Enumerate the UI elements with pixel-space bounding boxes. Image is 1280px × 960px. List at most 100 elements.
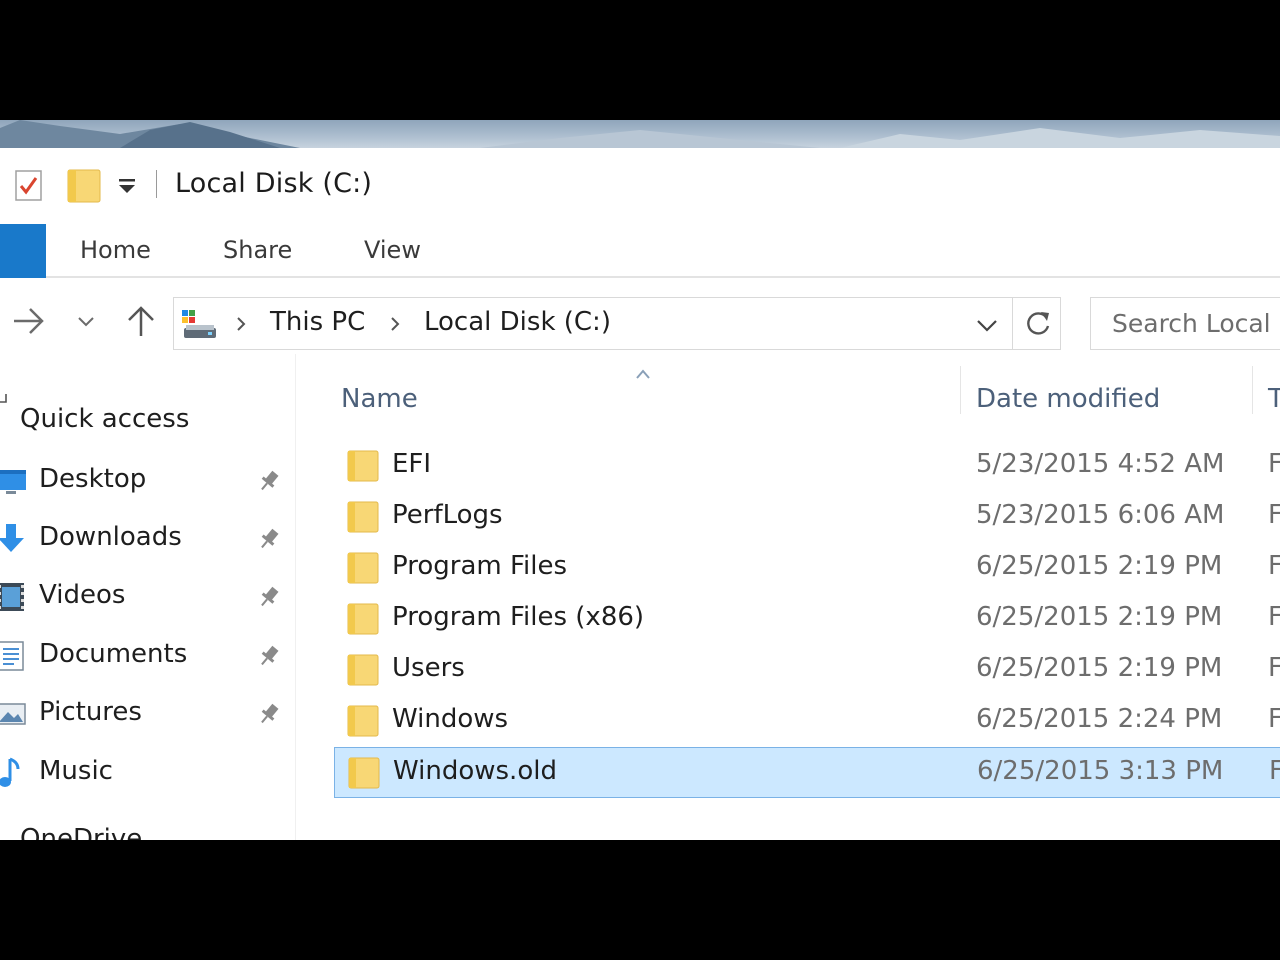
tab-share[interactable]: Share: [223, 236, 292, 264]
folder-icon: [347, 450, 379, 482]
address-bar[interactable]: This PC Local Disk (C:): [173, 297, 1061, 350]
music-icon: [0, 757, 20, 787]
file-explorer-window: Local Disk (C:) Home Share View This PC …: [0, 148, 1280, 840]
breadcrumb-chevron-icon[interactable]: [232, 313, 250, 335]
properties-check-icon[interactable]: [14, 168, 44, 202]
file-date-modified: 6/25/2015 3:13 PM: [977, 756, 1224, 786]
mountain-wallpaper-icon: [0, 120, 1280, 148]
sidebar-item-label: Desktop: [39, 464, 147, 494]
up-arrow-icon[interactable]: [124, 304, 158, 338]
new-folder-icon[interactable]: [66, 166, 102, 204]
sidebar-item-label: Pictures: [39, 697, 142, 727]
pin-icon[interactable]: [256, 643, 282, 669]
sidebar-item-downloads[interactable]: Downloads: [0, 516, 296, 566]
breadcrumb-this-pc[interactable]: This PC: [270, 307, 365, 337]
sidebar-item-label: Music: [39, 756, 113, 786]
refresh-icon[interactable]: [1022, 308, 1054, 340]
letterbox-bottom: [0, 840, 1280, 960]
file-date-modified: 6/25/2015 2:24 PM: [976, 704, 1223, 734]
file-row-users[interactable]: Users 6/25/2015 2:19 PM F: [334, 645, 1280, 696]
file-row-efi[interactable]: EFI 5/23/2015 4:52 AM F: [334, 441, 1280, 492]
column-header-date-modified[interactable]: Date modified: [976, 384, 1160, 414]
folder-icon: [348, 757, 380, 789]
file-date-modified: 6/25/2015 2:19 PM: [976, 653, 1223, 683]
sidebar-item-videos[interactable]: Videos: [0, 574, 296, 624]
file-name: Program Files (x86): [392, 602, 645, 632]
file-row-program-files[interactable]: Program Files 6/25/2015 2:19 PM F: [334, 543, 1280, 594]
sidebar-item-label: Videos: [39, 580, 126, 610]
sidebar-item-onedrive-peek[interactable]: OneDrive: [20, 824, 142, 840]
navigation-pane: Quick access Desktop Downloads Videos Do…: [0, 354, 296, 840]
file-row-perflogs[interactable]: PerfLogs 5/23/2015 6:06 AM F: [334, 492, 1280, 543]
ribbon: Home Share View: [0, 220, 1280, 278]
customize-toolbar-dropdown-icon[interactable]: [116, 174, 138, 196]
sidebar-item-documents[interactable]: Documents: [0, 633, 296, 683]
file-name: PerfLogs: [392, 500, 503, 530]
file-name: Users: [392, 653, 465, 683]
breadcrumb-chevron-icon[interactable]: [386, 313, 404, 335]
quick-access-label[interactable]: Quick access: [20, 404, 189, 434]
file-date-modified: 6/25/2015 2:19 PM: [976, 551, 1223, 581]
downloads-icon: [0, 524, 24, 552]
folder-icon: [347, 552, 379, 584]
file-type: F: [1268, 602, 1280, 632]
desktop-wallpaper-strip: [0, 120, 1280, 148]
address-divider: [1012, 298, 1013, 349]
file-name: Windows: [392, 704, 509, 734]
documents-icon: [0, 641, 24, 671]
forward-arrow-icon[interactable]: [12, 306, 46, 336]
breadcrumb-local-disk[interactable]: Local Disk (C:): [424, 307, 611, 337]
folder-icon: [347, 603, 379, 635]
pin-icon[interactable]: [256, 526, 282, 552]
folder-icon: [347, 654, 379, 686]
sort-ascending-chevron-up-icon: [636, 369, 650, 379]
local-disk-drive-icon: [182, 310, 216, 338]
sidebar-item-label: Downloads: [39, 522, 182, 552]
file-type: F: [1268, 500, 1280, 530]
pictures-icon: [0, 703, 26, 725]
sidebar-item-desktop[interactable]: Desktop: [0, 458, 296, 508]
file-type: F: [1268, 704, 1280, 734]
file-type: F: [1268, 449, 1280, 479]
desktop-icon: [0, 470, 26, 494]
file-name: Program Files: [392, 551, 568, 581]
pin-icon[interactable]: [256, 468, 282, 494]
file-type: F: [1269, 756, 1280, 786]
letterbox-top: [0, 0, 1280, 120]
search-input[interactable]: [1091, 298, 1280, 349]
videos-icon: [0, 583, 24, 611]
recent-locations-chevron-down-icon[interactable]: [76, 311, 96, 331]
navigation-bar: This PC Local Disk (C:): [0, 278, 1280, 354]
file-name: EFI: [392, 449, 432, 479]
pin-icon[interactable]: [256, 701, 282, 727]
file-date-modified: 6/25/2015 2:19 PM: [976, 602, 1223, 632]
file-type: F: [1268, 653, 1280, 683]
file-name: Windows.old: [393, 756, 557, 786]
sidebar-item-pictures[interactable]: Pictures: [0, 691, 296, 741]
title-bar: Local Disk (C:): [0, 148, 1280, 220]
column-header-type[interactable]: T: [1268, 384, 1280, 414]
pin-icon[interactable]: [256, 584, 282, 610]
file-list: Name Date modified T EFI 5/23/2015 4:52 …: [296, 354, 1280, 840]
folder-icon: [347, 501, 379, 533]
file-type: F: [1268, 551, 1280, 581]
file-row-program-files-x86[interactable]: Program Files (x86) 6/25/2015 2:19 PM F: [334, 594, 1280, 645]
column-header-name[interactable]: Name: [341, 384, 418, 414]
window-title: Local Disk (C:): [175, 168, 373, 199]
search-box[interactable]: [1090, 297, 1280, 350]
sidebar-item-music[interactable]: Music: [0, 750, 296, 800]
quick-access-expand-chevron-icon[interactable]: [0, 390, 10, 406]
sidebar-item-label: Documents: [39, 639, 188, 669]
file-date-modified: 5/23/2015 6:06 AM: [976, 500, 1225, 530]
column-separator[interactable]: [960, 366, 961, 414]
tab-view[interactable]: View: [364, 236, 421, 264]
tab-home[interactable]: Home: [80, 236, 151, 264]
address-history-chevron-down-icon[interactable]: [974, 314, 1000, 336]
file-row-windows[interactable]: Windows 6/25/2015 2:24 PM F: [334, 696, 1280, 747]
folder-icon: [347, 705, 379, 737]
file-tab[interactable]: [0, 224, 46, 278]
file-row-windows-old[interactable]: Windows.old 6/25/2015 3:13 PM F: [334, 747, 1280, 798]
title-separator: [156, 170, 157, 198]
column-separator[interactable]: [1252, 366, 1253, 414]
file-date-modified: 5/23/2015 4:52 AM: [976, 449, 1225, 479]
